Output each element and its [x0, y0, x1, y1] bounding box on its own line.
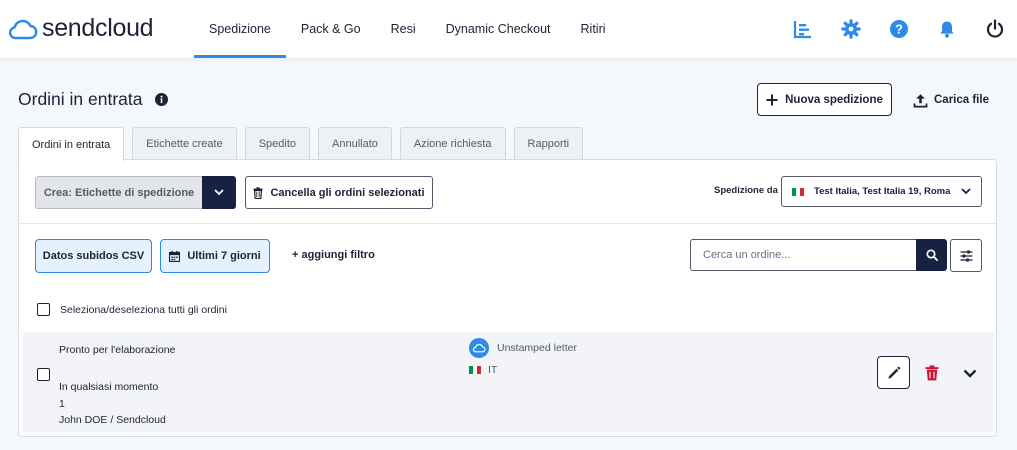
top-header: sendcloud Spedizione Pack & Go Resi Dyna… — [0, 0, 1017, 58]
tab-annullato[interactable]: Annullato — [318, 127, 392, 160]
trash-icon — [925, 365, 939, 381]
chevron-down-icon — [214, 189, 224, 196]
order-timing: In qualsiasi momento — [59, 381, 159, 393]
advanced-filters-button[interactable] — [950, 239, 982, 272]
page-title: Ordini in entrata — [18, 89, 168, 110]
order-quantity: 1 — [59, 398, 65, 410]
filter-date-range[interactable]: Ultimi 7 giorni — [160, 239, 270, 273]
calendar-icon — [169, 250, 181, 262]
italy-flag-icon — [469, 366, 481, 374]
select-all-label: Seleziona/deseleziona tutti gli ordini — [60, 303, 227, 316]
tab-etichette-create[interactable]: Etichette create — [132, 127, 237, 160]
select-all-orders: Seleziona/deseleziona tutti gli ordini — [37, 303, 227, 316]
upload-file-button[interactable]: Carica file — [913, 89, 989, 111]
tab-ordini-in-entrata[interactable]: Ordini in entrata — [18, 127, 125, 161]
nav-ritiri[interactable]: Ritiri — [566, 0, 621, 58]
filter-date-range-label: Ultimi 7 giorni — [187, 250, 261, 262]
order-carrier: Unstamped letter — [469, 338, 577, 358]
svg-text:?: ? — [895, 22, 903, 37]
nav-resi[interactable]: Resi — [376, 0, 431, 58]
orders-panel: Crea: Etichette di spedizione Cancella g… — [18, 159, 997, 437]
power-icon[interactable] — [983, 17, 1007, 41]
order-row[interactable]: Pronto per l'elaborazione Unstamped lett… — [23, 332, 994, 432]
select-all-checkbox[interactable] — [37, 303, 50, 316]
order-search — [690, 239, 947, 271]
cloud-logo-icon — [8, 19, 38, 39]
help-icon[interactable]: ? — [887, 17, 911, 41]
filter-csv-uploads[interactable]: Datos subidos CSV — [35, 239, 152, 273]
nav-spedizione[interactable]: Spedizione — [194, 0, 286, 58]
ship-from-label: Spedizione da — [714, 185, 778, 196]
country-code: IT — [488, 364, 498, 376]
italy-flag-icon — [792, 187, 804, 196]
gear-icon[interactable] — [839, 17, 863, 41]
new-shipment-button[interactable]: Nuova spedizione — [757, 83, 892, 116]
ship-from-select[interactable]: Test Italia, Test Italia 19, Roma — [781, 176, 982, 207]
sliders-icon — [960, 249, 972, 262]
chevron-down-icon — [961, 188, 971, 195]
analytics-icon[interactable] — [791, 17, 815, 41]
upload-file-label: Carica file — [934, 94, 989, 106]
pencil-icon — [887, 366, 900, 379]
search-icon — [925, 249, 938, 261]
main-nav: Spedizione Pack & Go Resi Dynamic Checko… — [194, 0, 621, 58]
create-labels-split-button: Crea: Etichette di spedizione — [35, 176, 236, 209]
ship-from-value: Test Italia, Test Italia 19, Roma — [814, 186, 951, 197]
order-tabs: Ordini in entrata Etichette create Spedi… — [18, 127, 584, 161]
tab-spedito[interactable]: Spedito — [244, 127, 311, 160]
new-shipment-label: Nuova spedizione — [785, 93, 883, 106]
chevron-down-icon — [963, 369, 977, 378]
order-row-checkbox[interactable] — [37, 368, 50, 381]
edit-order-button[interactable] — [877, 356, 910, 389]
search-input[interactable] — [690, 239, 916, 271]
info-icon[interactable] — [154, 93, 168, 106]
create-labels-dropdown-toggle[interactable] — [202, 176, 236, 209]
order-country: IT — [469, 364, 497, 376]
nav-pack-and-go[interactable]: Pack & Go — [286, 0, 376, 58]
trash-icon — [253, 186, 263, 199]
create-labels-button[interactable]: Crea: Etichette di spedizione — [35, 176, 202, 209]
header-actions: ? — [791, 17, 1007, 41]
plus-icon — [766, 94, 778, 105]
bulk-actions-bar: Crea: Etichette di spedizione Cancella g… — [19, 160, 996, 224]
search-button[interactable] — [916, 239, 947, 271]
bell-icon[interactable] — [935, 17, 959, 41]
carrier-cloud-icon — [469, 338, 489, 358]
brand-name: sendcloud — [42, 14, 154, 42]
cancel-selected-orders-label: Cancella gli ordini selezionati — [270, 186, 425, 199]
nav-dynamic-checkout[interactable]: Dynamic Checkout — [431, 0, 566, 58]
cancel-selected-orders-button[interactable]: Cancella gli ordini selezionati — [245, 176, 433, 209]
order-customer: John DOE / Sendcloud — [59, 414, 166, 426]
expand-order-button[interactable] — [959, 362, 981, 384]
upload-icon — [913, 93, 928, 107]
carrier-name: Unstamped letter — [497, 342, 577, 354]
page-title-text: Ordini in entrata — [18, 89, 143, 109]
order-status: Pronto per l'elaborazione — [59, 344, 176, 356]
tab-rapporti[interactable]: Rapporti — [513, 127, 584, 160]
sendcloud-logo[interactable]: sendcloud — [6, 14, 154, 43]
tab-azione-richiesta[interactable]: Azione richiesta — [399, 127, 506, 160]
add-filter-link[interactable]: + aggiungi filtro — [292, 249, 375, 261]
delete-order-button[interactable] — [921, 362, 943, 384]
